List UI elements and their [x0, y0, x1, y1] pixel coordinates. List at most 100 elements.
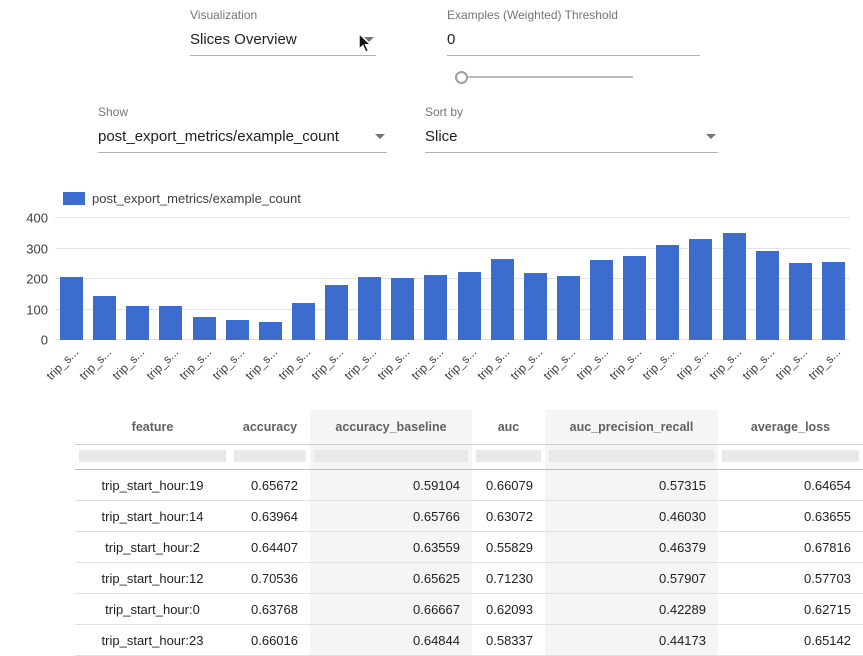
bar[interactable] [789, 263, 812, 340]
bar-slot [154, 218, 187, 340]
bar-slot [817, 218, 850, 340]
bar[interactable] [60, 277, 83, 340]
sort-by-label: Sort by [425, 105, 718, 119]
bar[interactable] [557, 276, 580, 340]
threshold-control: Examples (Weighted) Threshold 0 [447, 8, 700, 56]
column-filter-input-average_loss[interactable] [722, 450, 859, 462]
feature-cell: trip_start_hour:19 [75, 470, 230, 501]
bar[interactable] [623, 256, 646, 340]
column-header-auc_precision_recall[interactable]: auc_precision_recall [545, 410, 718, 445]
metrics-table-header: featureaccuracyaccuracy_baselineaucauc_p… [75, 410, 863, 470]
metric-cell: 0.46379 [545, 532, 718, 563]
bar[interactable] [590, 260, 613, 340]
metric-cell: 0.57703 [718, 563, 863, 594]
show-label: Show [98, 105, 387, 119]
bar-slot [684, 218, 717, 340]
bar-slot [519, 218, 552, 340]
metric-cell: 0.66016 [230, 625, 310, 656]
bar[interactable] [391, 278, 414, 340]
bar[interactable] [259, 322, 282, 340]
bar[interactable] [292, 303, 315, 340]
bar-slot [320, 218, 353, 340]
column-header-auc[interactable]: auc [472, 410, 545, 445]
metric-cell: 0.62715 [718, 594, 863, 625]
column-filter-input-auc_precision_recall[interactable] [549, 450, 714, 462]
bar-slot [784, 218, 817, 340]
bar[interactable] [458, 272, 481, 340]
example-count-bar-chart: 0100200300400 trip_s...trip_s...trip_s..… [10, 206, 850, 396]
y-tick-label: 400 [10, 211, 48, 226]
bar-slot [718, 218, 751, 340]
column-header-accuracy[interactable]: accuracy [230, 410, 310, 445]
bar[interactable] [226, 320, 249, 340]
bar[interactable] [93, 296, 116, 340]
bar-slot [188, 218, 221, 340]
bar[interactable] [524, 273, 547, 340]
metric-cell: 0.67816 [718, 532, 863, 563]
bar-slot [55, 218, 88, 340]
table-row[interactable]: trip_start_hour:140.639640.657660.630720… [75, 501, 863, 532]
threshold-input[interactable]: 0 [447, 31, 700, 56]
bar[interactable] [325, 285, 348, 340]
show-dropdown[interactable]: post_export_metrics/example_count [98, 128, 387, 153]
bar-slot [585, 218, 618, 340]
bar[interactable] [159, 306, 182, 340]
column-filter-input-feature[interactable] [79, 450, 226, 462]
bar[interactable] [193, 317, 216, 340]
metric-cell: 0.63559 [310, 532, 472, 563]
table-row[interactable]: trip_start_hour:00.637680.666670.620930.… [75, 594, 863, 625]
bar-slot [386, 218, 419, 340]
sort-by-dropdown[interactable]: Slice [425, 128, 718, 153]
bar-slot [88, 218, 121, 340]
filter-cell [472, 445, 545, 470]
visualization-dropdown-value: Slices Overview [190, 31, 297, 48]
bar[interactable] [424, 275, 447, 340]
metric-cell: 0.65625 [310, 563, 472, 594]
table-row[interactable]: trip_start_hour:20.644070.635590.558290.… [75, 532, 863, 563]
bar[interactable] [723, 233, 746, 340]
table-row[interactable]: trip_start_hour:230.660160.648440.583370… [75, 625, 863, 656]
bar[interactable] [656, 245, 679, 340]
dropdown-arrow-icon[interactable] [706, 134, 716, 139]
metric-cell: 0.63768 [230, 594, 310, 625]
feature-cell: trip_start_hour:2 [75, 532, 230, 563]
feature-cell: trip_start_hour:14 [75, 501, 230, 532]
feature-cell: trip_start_hour:0 [75, 594, 230, 625]
bar[interactable] [491, 259, 514, 340]
filter-cell [545, 445, 718, 470]
threshold-label: Examples (Weighted) Threshold [447, 8, 700, 22]
bar[interactable] [822, 262, 845, 340]
metric-cell: 0.63072 [472, 501, 545, 532]
visualization-label: Visualization [190, 8, 376, 22]
bar-chart-plot: 0100200300400 [55, 218, 850, 340]
table-row[interactable]: trip_start_hour:190.656720.591040.660790… [75, 470, 863, 501]
metric-cell: 0.55829 [472, 532, 545, 563]
slider-thumb[interactable] [455, 71, 468, 84]
column-header-average_loss[interactable]: average_loss [718, 410, 863, 445]
bar[interactable] [689, 239, 712, 340]
y-tick-label: 200 [10, 272, 48, 287]
bar-slot [751, 218, 784, 340]
column-header-feature[interactable]: feature [75, 410, 230, 445]
column-filter-input-accuracy_baseline[interactable] [314, 450, 468, 462]
table-row[interactable]: trip_start_hour:120.705360.656250.712300… [75, 563, 863, 594]
metric-cell: 0.59104 [310, 470, 472, 501]
metric-cell: 0.63655 [718, 501, 863, 532]
metric-cell: 0.70536 [230, 563, 310, 594]
visualization-dropdown[interactable]: Slices Overview [190, 31, 376, 56]
bar[interactable] [126, 306, 149, 340]
threshold-slider[interactable] [455, 70, 633, 84]
bar-slot [353, 218, 386, 340]
column-header-accuracy_baseline[interactable]: accuracy_baseline [310, 410, 472, 445]
dropdown-arrow-icon[interactable] [375, 134, 385, 139]
bar-chart-x-axis: trip_s...trip_s...trip_s...trip_s...trip… [55, 340, 850, 396]
bar-slot [651, 218, 684, 340]
column-filter-input-auc[interactable] [476, 450, 541, 462]
feature-cell: trip_start_hour:12 [75, 563, 230, 594]
bar[interactable] [358, 277, 381, 340]
slider-track[interactable] [455, 76, 633, 78]
y-tick-label: 100 [10, 302, 48, 317]
metric-cell: 0.64407 [230, 532, 310, 563]
bar[interactable] [756, 251, 779, 340]
column-filter-input-accuracy[interactable] [234, 450, 306, 462]
